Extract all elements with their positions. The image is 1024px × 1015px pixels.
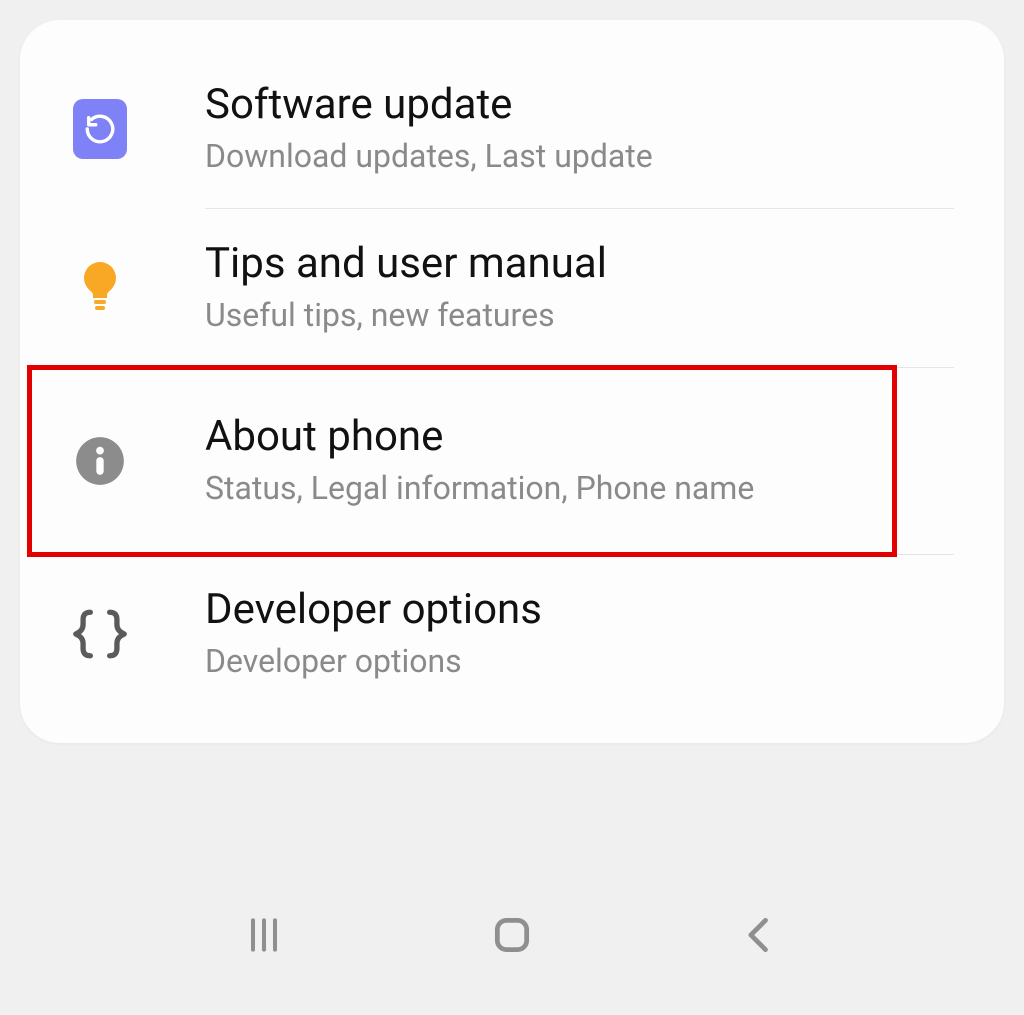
settings-list: Software update Download updates, Last u… xyxy=(20,20,1004,743)
item-title: Tips and user manual xyxy=(205,239,954,289)
item-title: Software update xyxy=(205,80,954,130)
back-button[interactable] xyxy=(730,905,790,965)
update-icon xyxy=(70,99,130,159)
settings-item-about-phone[interactable]: About phone Status, Legal information, P… xyxy=(30,368,894,554)
settings-item-software-update[interactable]: Software update Download updates, Last u… xyxy=(20,50,1004,208)
info-icon xyxy=(70,431,130,491)
item-subtitle: Download updates, Last update xyxy=(205,136,954,178)
lightbulb-icon xyxy=(70,258,130,318)
item-subtitle: Developer options xyxy=(205,641,954,683)
home-button[interactable] xyxy=(482,905,542,965)
item-title: About phone xyxy=(205,412,844,462)
code-braces-icon xyxy=(70,604,130,664)
recents-button[interactable] xyxy=(234,905,294,965)
settings-item-developer-options[interactable]: Developer options Developer options xyxy=(20,555,1004,713)
item-subtitle: Useful tips, new features xyxy=(205,295,954,337)
navigation-bar xyxy=(0,895,1024,975)
settings-item-tips[interactable]: Tips and user manual Useful tips, new fe… xyxy=(20,209,1004,367)
item-subtitle: Status, Legal information, Phone name xyxy=(205,468,844,510)
item-title: Developer options xyxy=(205,585,954,635)
